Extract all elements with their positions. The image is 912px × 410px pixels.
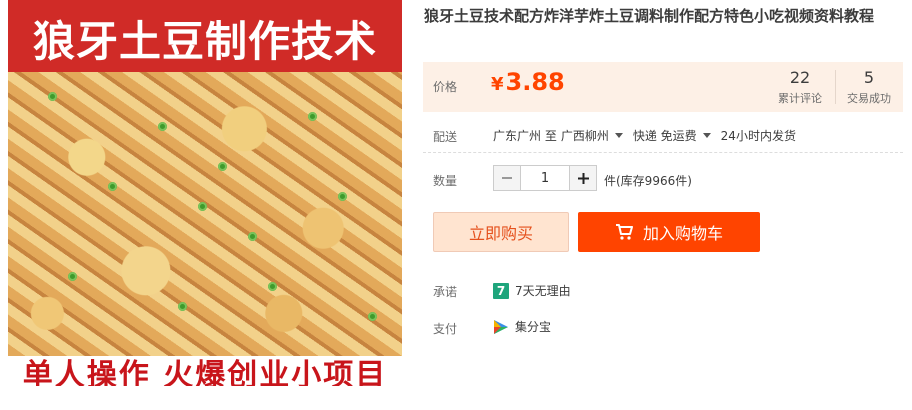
image-banner-bottom: 单人操作 火爆创业小项目 [8, 356, 402, 386]
review-count: 22 [789, 68, 811, 87]
increase-quantity-button[interactable] [569, 165, 597, 191]
payment-label: 支付 [433, 322, 458, 336]
promise-label: 承诺 [433, 285, 458, 299]
image-top-text: 狼牙土豆制作技术 [32, 17, 377, 66]
shipping-method-select[interactable]: 快递 免运费 [633, 127, 697, 144]
herb-decoration [158, 122, 167, 131]
herb-decoration [338, 192, 347, 201]
herb-decoration [268, 282, 277, 291]
buy-now-button[interactable]: 立即购买 [433, 212, 569, 252]
quantity-label: 数量 [433, 174, 458, 188]
add-to-cart-label: 加入购物车 [642, 224, 723, 243]
herb-decoration [198, 202, 207, 211]
payment-text: 集分宝 [515, 320, 552, 334]
seven-day-return-icon: 7 [493, 282, 509, 299]
shipping-from: 广东广州 至 [493, 129, 557, 143]
review-count-label: 累计评论 [778, 92, 822, 105]
payment-info[interactable]: 集分宝 [493, 318, 551, 335]
herb-decoration [108, 182, 117, 191]
promise-text: 7天无理由 [515, 284, 571, 298]
sales-count-stat[interactable]: 5 交易成功 [836, 68, 902, 106]
price-label: 价格 [433, 80, 458, 94]
product-title: 狼牙土豆技术配方炸洋芋炸土豆调料制作配方特色小吃视频资料教程 [424, 7, 875, 25]
dispatch-time: 24小时内发货 [720, 129, 796, 143]
image-bottom-text: 单人操作 火爆创业小项目 [22, 358, 388, 386]
price-value: ¥3.88 [491, 68, 565, 96]
jifenbao-icon [493, 319, 509, 335]
herb-decoration [48, 92, 57, 101]
herb-decoration [368, 312, 377, 321]
chevron-down-icon[interactable] [702, 133, 711, 138]
stock-info: 件(库存9966件) [604, 174, 692, 188]
currency-symbol: ¥ [491, 74, 504, 95]
sales-count-label: 交易成功 [847, 92, 891, 105]
cart-icon [615, 224, 633, 240]
add-to-cart-button[interactable]: 加入购物车 [578, 212, 760, 252]
product-image[interactable]: 狼牙土豆制作技术 单人操作 火爆创业小项目 [8, 0, 402, 386]
review-count-stat[interactable]: 22 累计评论 [767, 68, 833, 106]
herb-decoration [248, 232, 257, 241]
price-panel: 价格 ¥3.88 22 累计评论 5 交易成功 [423, 62, 903, 112]
image-banner-top: 狼牙土豆制作技术 [8, 0, 402, 72]
sales-count: 5 [863, 68, 875, 87]
herb-decoration [218, 162, 227, 171]
decrease-quantity-button[interactable] [493, 165, 521, 191]
promise-info[interactable]: 7 7天无理由 [493, 282, 571, 299]
food-photo [8, 72, 402, 356]
section-divider [423, 152, 903, 153]
shipping-info: 广东广州 至 广西柳州 快递 免运费 24小时内发货 [493, 127, 800, 144]
herb-decoration [308, 112, 317, 121]
quantity-stepper [493, 165, 597, 191]
plus-icon [577, 172, 589, 184]
shipping-label: 配送 [433, 130, 458, 144]
shipping-to-select[interactable]: 广西柳州 [561, 127, 609, 144]
minus-icon [502, 177, 512, 179]
price-amount: 3.88 [505, 68, 565, 96]
chevron-down-icon[interactable] [614, 133, 623, 138]
herb-decoration [68, 272, 77, 281]
quantity-input[interactable] [521, 165, 569, 191]
herb-decoration [178, 302, 187, 311]
